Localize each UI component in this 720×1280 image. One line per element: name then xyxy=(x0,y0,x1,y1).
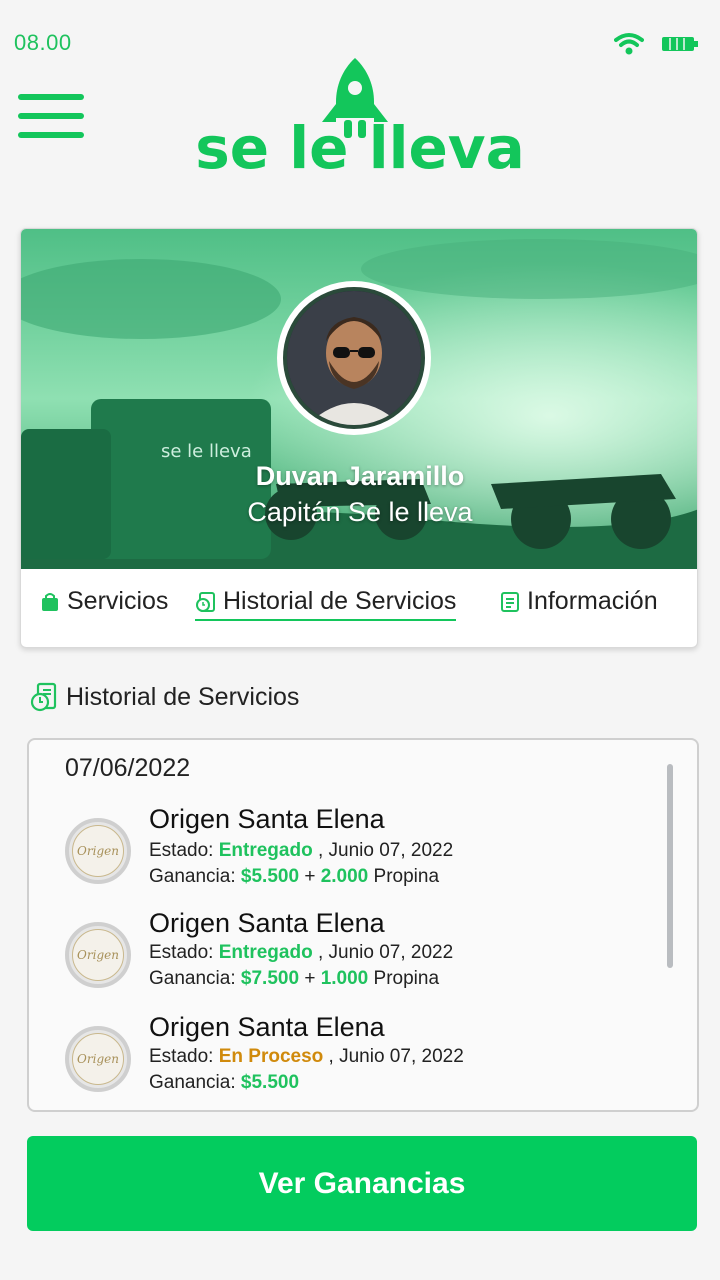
service-date: , Junio 07, 2022 xyxy=(317,942,454,963)
history-icon xyxy=(30,682,57,712)
ganancia-value: $7.500 xyxy=(240,968,300,989)
history-date: 07/06/2022 xyxy=(65,754,191,782)
ganancia-label: Ganancia: xyxy=(149,1072,236,1093)
estado-label: Estado: xyxy=(149,1046,214,1067)
document-icon xyxy=(501,591,519,612)
profile-role: Capitán Se le lleva xyxy=(247,497,473,527)
restaurant-logo: Origen xyxy=(65,922,131,988)
scrollbar[interactable] xyxy=(667,764,673,968)
estado-label: Estado: xyxy=(149,942,214,963)
propina-label: Propina xyxy=(373,968,440,989)
service-date: , Junio 07, 2022 xyxy=(317,840,454,861)
battery-icon xyxy=(662,37,698,51)
se-le-lleva-logo: se le lleva xyxy=(195,58,525,176)
restaurant-logo-text: Origen xyxy=(72,825,124,877)
plus-sign: + xyxy=(304,866,316,887)
ver-ganancias-button[interactable]: Ver Ganancias xyxy=(27,1136,697,1231)
logo-text: se le lleva xyxy=(195,114,525,176)
avatar-ring xyxy=(277,281,431,435)
wifi-icon xyxy=(614,33,644,55)
service-earnings: Ganancia: $5.500 xyxy=(149,1072,299,1094)
avatar xyxy=(283,287,425,429)
propina-value: 2.000 xyxy=(320,866,369,887)
restaurant-logo-text: Origen xyxy=(72,929,124,981)
history-icon xyxy=(196,591,215,612)
service-status: Estado: En Proceso , Junio 07, 2022 xyxy=(149,1046,464,1068)
section-title-label: Historial de Servicios xyxy=(66,682,300,711)
status-icons xyxy=(614,32,698,56)
tab-servicios-label: Servicios xyxy=(67,587,169,615)
list-item[interactable]: Origen Origen Santa Elena Estado: En Pro… xyxy=(65,1012,625,1108)
profile-card: se le lleva Duvan Jaramillo Capitán Se l… xyxy=(20,228,698,648)
shopping-bag-icon xyxy=(42,592,58,611)
estado-label: Estado: xyxy=(149,840,214,861)
service-status: Estado: Entregado , Junio 07, 2022 xyxy=(149,942,453,964)
service-name: Origen Santa Elena xyxy=(149,908,385,938)
hamburger-menu-icon[interactable] xyxy=(18,94,84,138)
ganancia-label: Ganancia: xyxy=(149,968,236,989)
service-name: Origen Santa Elena xyxy=(149,1012,385,1042)
restaurant-logo-text: Origen xyxy=(72,1033,124,1085)
tab-historial-label: Historial de Servicios xyxy=(223,587,457,615)
list-item[interactable]: Origen Origen Santa Elena Estado: Entreg… xyxy=(65,804,625,900)
service-earnings: Ganancia: $5.500 + 2.000 Propina xyxy=(149,866,439,888)
list-item[interactable]: Origen Origen Santa Elena Estado: Entreg… xyxy=(65,908,625,1004)
tab-servicios[interactable]: Servicios xyxy=(39,587,168,619)
section-title: Historial de Servicios xyxy=(30,682,299,712)
restaurant-logo: Origen xyxy=(65,1026,131,1092)
tab-historial[interactable]: Historial de Servicios xyxy=(195,587,457,621)
service-status: Estado: Entregado , Junio 07, 2022 xyxy=(149,840,453,862)
propina-value: 1.000 xyxy=(320,968,369,989)
status-badge: Entregado xyxy=(218,840,313,861)
ganancia-value: $5.500 xyxy=(240,866,300,887)
restaurant-logo: Origen xyxy=(65,818,131,884)
propina-label: Propina xyxy=(373,866,440,887)
tab-informacion[interactable]: Información xyxy=(499,587,658,619)
plus-sign: + xyxy=(304,968,316,989)
profile-name: Duvan Jaramillo xyxy=(255,461,465,491)
service-earnings: Ganancia: $7.500 + 1.000 Propina xyxy=(149,968,439,990)
history-list[interactable]: 07/06/2022 Origen Origen Santa Elena Est… xyxy=(27,738,699,1112)
status-time: 08.00 xyxy=(14,30,72,55)
tab-informacion-label: Información xyxy=(527,587,658,615)
profile-tabs: Servicios Historial de Servicios Informa… xyxy=(21,569,697,647)
status-badge: Entregado xyxy=(218,942,313,963)
ganancia-value: $5.500 xyxy=(240,1072,300,1093)
service-date: , Junio 07, 2022 xyxy=(328,1046,464,1067)
ganancia-label: Ganancia: xyxy=(149,866,236,887)
service-name: Origen Santa Elena xyxy=(149,804,385,834)
status-badge: En Proceso xyxy=(218,1046,324,1067)
svg-text:se le lleva: se le lleva xyxy=(161,441,252,462)
